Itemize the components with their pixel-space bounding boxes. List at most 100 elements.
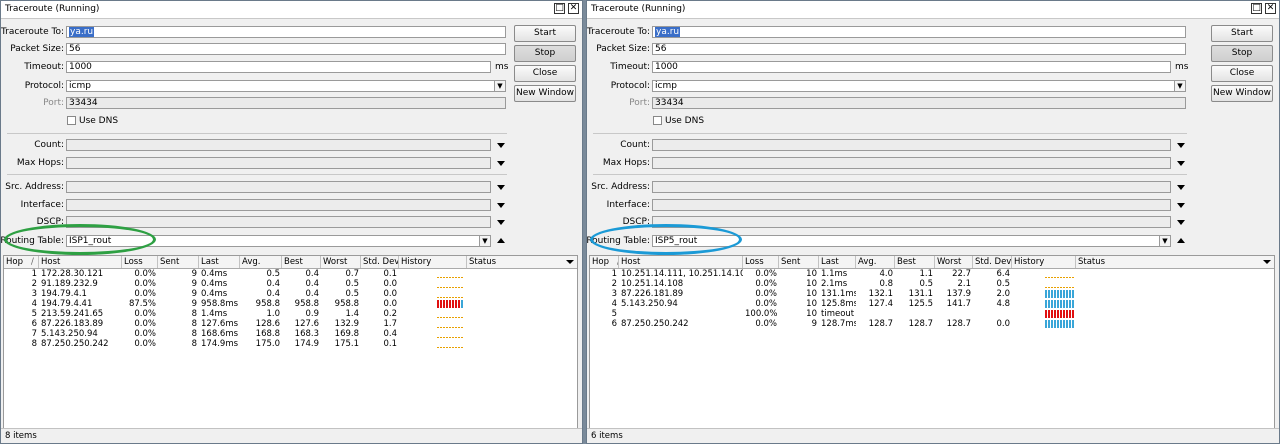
chevron-down-icon[interactable] (497, 220, 505, 225)
traceroute-to-input[interactable]: ya.ru (652, 26, 1186, 38)
maximize-icon[interactable]: □ (1251, 3, 1262, 14)
close-button[interactable]: Close (514, 65, 576, 82)
packet-size-input[interactable]: 56 (652, 43, 1186, 55)
start-button[interactable]: Start (1211, 25, 1273, 42)
table-row[interactable]: 4 194.79.4.41 87.5% 9 958.8ms 958.8 958.8 958.8… (4, 299, 577, 309)
dscp-input[interactable] (652, 216, 1171, 228)
column-header-sent[interactable]: Sent (779, 256, 819, 268)
stop-button[interactable]: Stop (514, 45, 576, 62)
chevron-down-icon[interactable]: ▼ (1159, 236, 1170, 246)
timeout-input[interactable]: 1000 (652, 61, 1171, 73)
table-row[interactable]: 3 194.79.4.1 0.0% 9 0.4ms 0.4 0.4 0.5 0.0 (4, 289, 577, 299)
table-row[interactable]: 5 100.0% 10 timeout (590, 309, 1274, 319)
column-header-avg[interactable]: Avg. (240, 256, 282, 268)
history-bar (437, 337, 439, 338)
column-header-status[interactable]: Status (1076, 256, 1274, 268)
packet-size-input[interactable]: 56 (66, 43, 506, 55)
table-row[interactable]: 6 87.226.183.89 0.0% 8 127.6ms 128.6 127.6 132.… (4, 319, 577, 329)
protocol-select[interactable]: icmp ▼ (66, 80, 506, 92)
table-row[interactable]: 7 5.143.250.94 0.0% 8 168.6ms 168.8 168.3 169.8… (4, 329, 577, 339)
table-row[interactable]: 2 91.189.232.9 0.0% 9 0.4ms 0.4 0.4 0.5 0.0 (4, 279, 577, 289)
close-button[interactable]: Close (1211, 65, 1273, 82)
column-header-avg[interactable]: Avg. (856, 256, 895, 268)
column-header-worst[interactable]: Worst (321, 256, 361, 268)
traceroute-to-input[interactable]: ya.ru (66, 26, 506, 38)
chevron-down-icon[interactable] (497, 161, 505, 166)
column-header-host[interactable]: Host (39, 256, 122, 268)
chevron-down-icon[interactable] (1177, 203, 1185, 208)
chevron-down-icon[interactable]: ▼ (494, 81, 505, 91)
column-header-last[interactable]: Last (199, 256, 240, 268)
table-row[interactable]: 3 87.226.181.89 0.0% 10 131.1ms 132.1 131.1 137… (590, 289, 1274, 299)
chevron-up-icon[interactable] (497, 238, 505, 243)
column-header-hop[interactable]: Hop/ (4, 256, 39, 268)
table-row[interactable]: 8 87.250.250.242 0.0% 8 174.9ms 175.0 174.9 175… (4, 339, 577, 349)
src-address-input[interactable] (66, 181, 491, 193)
column-header-last[interactable]: Last (819, 256, 856, 268)
cell-worst: 958.8 (334, 299, 359, 309)
table-row[interactable]: 5 213.59.241.65 0.0% 8 1.4ms 1.0 0.9 1.4 0.2 (4, 309, 577, 319)
column-header-best[interactable]: Best (895, 256, 935, 268)
chevron-down-icon[interactable] (497, 143, 505, 148)
chevron-down-icon[interactable] (1177, 185, 1185, 190)
table-row[interactable]: 2 10.251.14.108 0.0% 10 2.1ms 0.8 0.5 2.1 0.5 (590, 279, 1274, 289)
table-row[interactable]: 1 10.251.14.111, 10.251.14.109 0.0% 10 1.1ms… (590, 269, 1274, 279)
routing-table-select[interactable]: ISP1_rout ▼ (66, 235, 491, 247)
cell-best: 131.1 (908, 289, 933, 299)
max-hops-input[interactable] (652, 157, 1171, 169)
dscp-input[interactable] (66, 216, 491, 228)
history-bar (1063, 320, 1065, 328)
stop-button[interactable]: Stop (1211, 45, 1273, 62)
port-input[interactable]: 33434 (652, 97, 1186, 109)
close-icon[interactable]: ✕ (568, 3, 579, 14)
column-header-loss[interactable]: Loss (122, 256, 158, 268)
table-row[interactable]: 1 172.28.30.121 0.0% 9 0.4ms 0.5 0.4 0.7 0.1 (4, 269, 577, 279)
cell-last: 125.8ms (821, 299, 856, 309)
column-header-history[interactable]: History (1012, 256, 1076, 268)
chevron-down-icon[interactable] (1263, 260, 1271, 264)
use-dns-checkbox[interactable] (653, 116, 662, 125)
chevron-down-icon[interactable]: ▼ (479, 236, 490, 246)
count-input[interactable] (66, 139, 491, 151)
column-header-stddev[interactable]: Std. Dev. (973, 256, 1012, 268)
history-bar (1060, 290, 1062, 298)
column-header-host[interactable]: Host (619, 256, 743, 268)
src-address-input[interactable] (652, 181, 1171, 193)
column-header-worst[interactable]: Worst (935, 256, 973, 268)
history-bar (1069, 290, 1071, 298)
start-button[interactable]: Start (514, 25, 576, 42)
count-input[interactable] (652, 139, 1171, 151)
column-header-hop[interactable]: Hop/ (590, 256, 619, 268)
max-hops-input[interactable] (66, 157, 491, 169)
column-header-history[interactable]: History (399, 256, 467, 268)
interface-input[interactable] (66, 199, 491, 211)
chevron-down-icon[interactable] (566, 260, 574, 264)
column-header-sent[interactable]: Sent (158, 256, 199, 268)
use-dns-checkbox[interactable] (67, 116, 76, 125)
column-header-status[interactable]: Status (467, 256, 577, 268)
chevron-down-icon[interactable] (497, 185, 505, 190)
routing-table-select[interactable]: ISP5_rout ▼ (652, 235, 1171, 247)
table-row[interactable]: 6 87.250.250.242 0.0% 9 128.7ms 128.7 128.7 128… (590, 319, 1274, 329)
maximize-icon[interactable]: □ (554, 3, 565, 14)
traceroute-to-label: Traceroute To: (586, 27, 650, 37)
chevron-down-icon[interactable] (1177, 143, 1185, 148)
chevron-down-icon[interactable] (497, 203, 505, 208)
column-header-best[interactable]: Best (282, 256, 321, 268)
chevron-up-icon[interactable] (1177, 238, 1185, 243)
timeout-input[interactable]: 1000 (66, 61, 491, 73)
interface-input[interactable] (652, 199, 1171, 211)
chevron-down-icon[interactable] (1177, 220, 1185, 225)
close-icon[interactable]: ✕ (1265, 3, 1276, 14)
port-input[interactable]: 33434 (66, 97, 506, 109)
chevron-down-icon[interactable] (1177, 161, 1185, 166)
chevron-down-icon[interactable]: ▼ (1174, 81, 1185, 91)
table-header: Hop / Host Loss Sent Last Avg. Best Worst Std. De… (4, 256, 577, 269)
column-header-stddev[interactable]: Std. Dev. (361, 256, 399, 268)
column-header-loss[interactable]: Loss (743, 256, 779, 268)
protocol-select[interactable]: icmp ▼ (652, 80, 1186, 92)
new-window-button[interactable]: New Window (1211, 85, 1273, 102)
table-row[interactable]: 4 5.143.250.94 0.0% 10 125.8ms 127.4 125.5 141.… (590, 299, 1274, 309)
new-window-button[interactable]: New Window (514, 85, 576, 102)
cell-host: 5.143.250.94 (41, 329, 98, 339)
